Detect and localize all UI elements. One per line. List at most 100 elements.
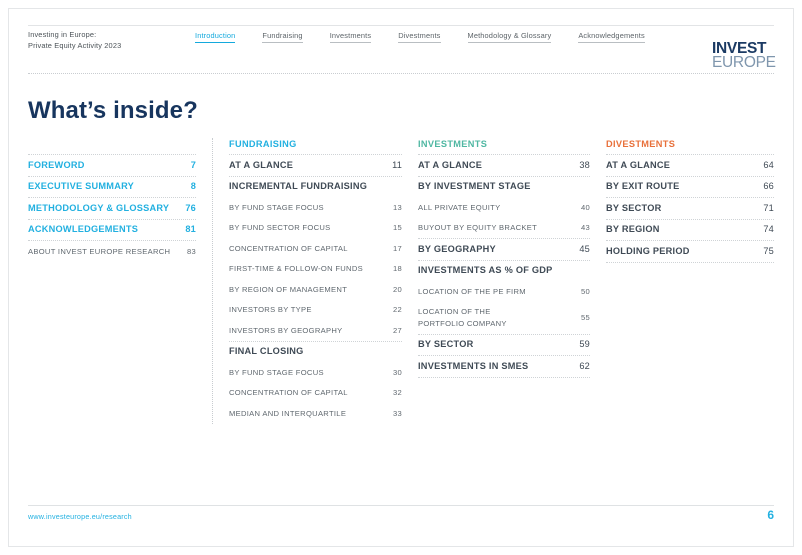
toc-entry[interactable]: BY FUND STAGE FOCUS 13 bbox=[229, 197, 402, 218]
toc-entry-label: CONCENTRATION OF CAPITAL bbox=[229, 388, 348, 397]
document-page: Investing in Europe: Private Equity Acti… bbox=[0, 0, 802, 555]
toc-entry[interactable]: EXECUTIVE SUMMARY 8 bbox=[28, 175, 196, 198]
toc-entry[interactable]: FINAL CLOSING bbox=[229, 340, 402, 363]
toc-entry[interactable]: AT A GLANCE 64 bbox=[606, 154, 774, 176]
header-top-rule bbox=[28, 25, 774, 26]
toc-entry-label: MEDIAN AND INTERQUARTILE bbox=[229, 408, 347, 418]
toc-entry-page: 74 bbox=[763, 224, 774, 234]
toc-entry-page: 15 bbox=[392, 223, 402, 232]
toc-entry[interactable]: AT A GLANCE 11 bbox=[229, 154, 402, 176]
toc-entry[interactable]: ALL PRIVATE EQUITY 40 bbox=[418, 197, 590, 218]
toc-entry[interactable]: BY INVESTMENT STAGE bbox=[418, 175, 590, 198]
toc-entry[interactable]: FIRST-TIME & FOLLOW-ON FUNDS 18 bbox=[229, 259, 402, 280]
toc-entry[interactable]: INVESTORS BY TYPE 22 bbox=[229, 300, 402, 321]
toc-entry-label: AT A GLANCE bbox=[418, 159, 483, 170]
toc-entry-label: BY EXIT ROUTE bbox=[606, 181, 680, 191]
toc-column-heading-spacer bbox=[28, 138, 196, 154]
toc-entry-label: HOLDING PERIOD bbox=[606, 245, 690, 256]
toc-entry[interactable]: INCREMENTAL FUNDRAISING bbox=[229, 175, 402, 198]
toc-entry[interactable]: ABOUT INVEST EUROPE RESEARCH 83 bbox=[28, 240, 196, 262]
toc-entry-label: BY FUND STAGE FOCUS bbox=[229, 367, 324, 377]
toc-entry-page: 81 bbox=[185, 224, 196, 234]
toc-entry-label: LOCATION OF THE PE FIRM bbox=[418, 286, 526, 296]
toc-entry[interactable]: HOLDING PERIOD 75 bbox=[606, 240, 774, 263]
toc-column-1: FUNDRAISING AT A GLANCE 11 INCREMENTAL FUND… bbox=[212, 138, 402, 424]
toc-entry-page: 13 bbox=[392, 202, 402, 212]
toc-entry-label: BY INVESTMENT STAGE bbox=[418, 181, 531, 191]
toc-entry[interactable]: BY GEOGRAPHY 45 bbox=[418, 238, 590, 260]
toc-column-2: INVESTMENTS AT A GLANCE 38 BY INVESTMENT ST… bbox=[402, 138, 590, 424]
toc-entry-label: EXECUTIVE SUMMARY bbox=[28, 181, 135, 191]
toc-entry[interactable]: BUYOUT BY EQUITY BRACKET 43 bbox=[418, 218, 590, 239]
toc-entry[interactable]: BY FUND SECTOR FOCUS 15 bbox=[229, 218, 402, 239]
toc-entry[interactable]: INVESTMENTS AS % OF GDP bbox=[418, 259, 590, 282]
toc-entry-page: 30 bbox=[392, 367, 402, 377]
toc-entry[interactable]: CONCENTRATION OF CAPITAL 32 bbox=[229, 383, 402, 404]
toc-entry[interactable]: METHODOLOGY & GLOSSARY 76 bbox=[28, 197, 196, 219]
toc-entry-page: 43 bbox=[580, 223, 590, 232]
header-bottom-rule bbox=[28, 73, 774, 74]
toc-entry-label: INVESTORS BY GEOGRAPHY bbox=[229, 325, 343, 335]
logo-line-europe: EUROPE bbox=[712, 54, 776, 72]
toc-entry-page: 18 bbox=[392, 264, 402, 273]
nav-item-methodology-glossary[interactable]: Methodology & Glossary bbox=[467, 30, 552, 43]
toc-entry-label: INVESTMENTS AS % OF GDP bbox=[418, 265, 553, 275]
toc-entry[interactable]: CONCENTRATION OF CAPITAL 17 bbox=[229, 238, 402, 259]
toc-entry-page: 50 bbox=[580, 286, 590, 296]
toc-entry-page: 59 bbox=[579, 339, 590, 349]
toc-entry[interactable]: LOCATION OF THE PORTFOLIO COMPANY 55 bbox=[418, 302, 590, 334]
page-header: Investing in Europe: Private Equity Acti… bbox=[28, 28, 776, 72]
nav-item-fundraising[interactable]: Fundraising bbox=[262, 30, 303, 43]
toc-entry-label: ABOUT INVEST EUROPE RESEARCH bbox=[28, 246, 171, 256]
toc-entry-label: BUYOUT BY EQUITY BRACKET bbox=[418, 223, 538, 232]
toc-entry-label: METHODOLOGY & GLOSSARY bbox=[28, 202, 170, 213]
toc-entry-label: BY SECTOR bbox=[418, 339, 474, 349]
toc-entry-page: 40 bbox=[580, 202, 590, 212]
toc-column-3: DIVESTMENTS AT A GLANCE 64 BY EXIT ROUTE 66 B… bbox=[590, 138, 774, 424]
toc-entry[interactable]: ACKNOWLEDGEMENTS 81 bbox=[28, 218, 196, 241]
invest-europe-logo: INVEST EUROPE bbox=[712, 41, 776, 72]
toc-entry-label: BY REGION OF MANAGEMENT bbox=[229, 284, 348, 294]
toc-entry-page: 17 bbox=[392, 243, 402, 253]
toc-entry-page: 11 bbox=[392, 159, 402, 170]
toc-entry-label: BY GEOGRAPHY bbox=[418, 243, 496, 254]
footer-page-number: 6 bbox=[767, 508, 774, 522]
toc-entry-page: 62 bbox=[579, 360, 590, 371]
toc-entry-label: FOREWORD bbox=[28, 159, 85, 170]
toc-entry[interactable]: BY SECTOR 71 bbox=[606, 197, 774, 219]
toc-entry-page: 22 bbox=[392, 305, 402, 314]
toc-entry-label: CONCENTRATION OF CAPITAL bbox=[229, 243, 348, 253]
nav-item-investments[interactable]: Investments bbox=[329, 30, 372, 43]
toc-entry[interactable]: BY REGION 74 bbox=[606, 218, 774, 241]
nav-item-acknowledgements[interactable]: Acknowledgements bbox=[578, 30, 645, 43]
toc-entry[interactable]: BY EXIT ROUTE 66 bbox=[606, 175, 774, 198]
toc-entry-page: 45 bbox=[579, 243, 590, 254]
toc-entry-label: AT A GLANCE bbox=[606, 159, 671, 170]
nav-item-introduction[interactable]: Introduction bbox=[195, 30, 236, 43]
document-title: Investing in Europe: Private Equity Acti… bbox=[28, 30, 122, 50]
toc-entry-label: ALL PRIVATE EQUITY bbox=[418, 202, 501, 212]
nav-item-divestments[interactable]: Divestments bbox=[398, 30, 441, 43]
footer-website-link[interactable]: www.investeurope.eu/research bbox=[28, 512, 132, 521]
toc-column-heading: DIVESTMENTS bbox=[606, 139, 676, 149]
toc-entry[interactable]: INVESTORS BY GEOGRAPHY 27 bbox=[229, 320, 402, 341]
toc-entry-label: FINAL CLOSING bbox=[229, 346, 304, 356]
toc-entry-page: 83 bbox=[186, 246, 196, 256]
toc-entry[interactable]: MEDIAN AND INTERQUARTILE 33 bbox=[229, 403, 402, 424]
toc-entry[interactable]: AT A GLANCE 38 bbox=[418, 154, 590, 176]
toc-entry[interactable]: BY SECTOR 59 bbox=[418, 333, 590, 356]
toc-entry[interactable]: BY REGION OF MANAGEMENT 20 bbox=[229, 279, 402, 300]
toc-entry[interactable]: FOREWORD 7 bbox=[28, 154, 196, 176]
toc-entry-label: AT A GLANCE bbox=[229, 159, 294, 170]
toc-entry-page: 7 bbox=[190, 159, 196, 170]
page-title: What’s inside? bbox=[28, 97, 198, 125]
toc-entry-page: 55 bbox=[580, 312, 590, 322]
toc-entry[interactable]: INVESTMENTS IN SMES 62 bbox=[418, 355, 590, 378]
toc-entry[interactable]: LOCATION OF THE PE FIRM 50 bbox=[418, 281, 590, 302]
footer-rule bbox=[28, 505, 774, 506]
toc-entry-label: BY REGION bbox=[606, 224, 660, 234]
toc-entry[interactable]: BY FUND STAGE FOCUS 30 bbox=[229, 362, 402, 383]
toc-entry-label: INVESTORS BY TYPE bbox=[229, 305, 312, 314]
toc-entry-label: LOCATION OF THE PORTFOLIO COMPANY bbox=[418, 307, 507, 328]
section-nav: Introduction Fundraising Investments Divest… bbox=[195, 30, 645, 43]
